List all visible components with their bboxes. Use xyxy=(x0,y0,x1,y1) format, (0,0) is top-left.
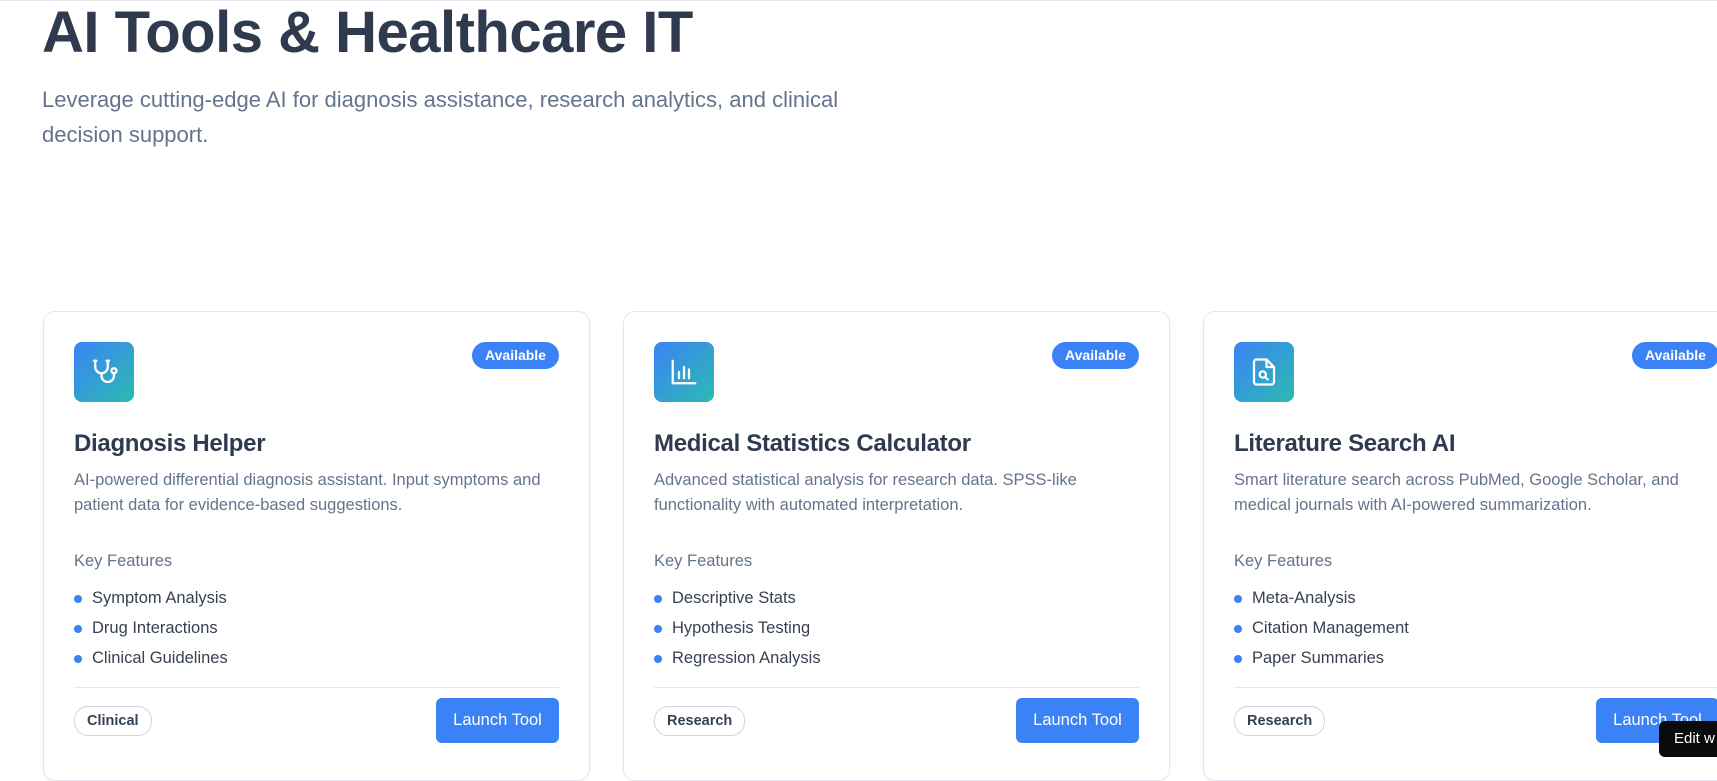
category-tag: Research xyxy=(1234,706,1326,736)
card-description: Advanced statistical analysis for resear… xyxy=(654,471,1077,514)
feature-item: Drug Interactions xyxy=(74,613,228,643)
file-search-icon xyxy=(1234,342,1294,402)
card-title: Diagnosis Helper xyxy=(74,430,266,457)
page-title: AI Tools & Healthcare IT xyxy=(42,0,693,65)
feature-list: Descriptive Stats Hypothesis Testing Reg… xyxy=(654,583,821,673)
feature-item: Clinical Guidelines xyxy=(74,643,228,673)
divider xyxy=(74,687,559,688)
bullet-icon xyxy=(74,655,82,663)
bullet-icon xyxy=(654,655,662,663)
card-description: Smart literature search across PubMed, G… xyxy=(1234,471,1679,514)
feature-item: Citation Management xyxy=(1234,613,1409,643)
bullet-icon xyxy=(654,595,662,603)
bullet-icon xyxy=(1234,595,1242,603)
feature-label: Clinical Guidelines xyxy=(92,649,228,667)
feature-item: Paper Summaries xyxy=(1234,643,1409,673)
feature-list: Meta-Analysis Citation Management Paper … xyxy=(1234,583,1409,673)
feature-label: Meta-Analysis xyxy=(1252,589,1356,607)
launch-tool-button[interactable]: Launch Tool xyxy=(436,698,559,743)
feature-label: Descriptive Stats xyxy=(672,589,796,607)
tool-card-literature-search-ai: Available Literature Search AI Smart lit… xyxy=(1203,311,1717,781)
divider xyxy=(1234,687,1717,688)
feature-label: Paper Summaries xyxy=(1252,649,1385,667)
bar-chart-icon xyxy=(654,342,714,402)
status-badge: Available xyxy=(472,342,559,369)
status-badge: Available xyxy=(1052,342,1139,369)
tool-card-diagnosis-helper: Available Diagnosis Helper AI-powered di… xyxy=(43,311,590,781)
tool-card-medical-statistics-calculator: Available Medical Statistics Calculator … xyxy=(623,311,1170,781)
feature-list: Symptom Analysis Drug Interactions Clini… xyxy=(74,583,228,673)
bullet-icon xyxy=(654,625,662,633)
key-features-label: Key Features xyxy=(654,552,753,570)
bullet-icon xyxy=(1234,655,1242,663)
feature-item: Hypothesis Testing xyxy=(654,613,821,643)
bullet-icon xyxy=(1234,625,1242,633)
status-badge: Available xyxy=(1632,342,1717,369)
feature-item: Meta-Analysis xyxy=(1234,583,1409,613)
feature-item: Symptom Analysis xyxy=(74,583,228,613)
bullet-icon xyxy=(74,595,82,603)
stethoscope-icon xyxy=(74,342,134,402)
divider xyxy=(654,687,1139,688)
card-title: Medical Statistics Calculator xyxy=(654,430,971,457)
key-features-label: Key Features xyxy=(1234,552,1333,570)
feature-label: Citation Management xyxy=(1252,619,1409,637)
feature-item: Descriptive Stats xyxy=(654,583,821,613)
launch-tool-button[interactable]: Launch Tool xyxy=(1016,698,1139,743)
feature-item: Regression Analysis xyxy=(654,643,821,673)
card-description: AI-powered differential diagnosis assist… xyxy=(74,471,541,514)
category-tag: Research xyxy=(654,706,746,736)
page-subtitle: Leverage cutting-edge AI for diagnosis a… xyxy=(42,87,839,147)
feature-label: Hypothesis Testing xyxy=(672,619,811,637)
category-tag: Clinical xyxy=(74,706,152,736)
feature-label: Symptom Analysis xyxy=(92,589,227,607)
feature-label: Regression Analysis xyxy=(672,649,821,667)
bullet-icon xyxy=(74,625,82,633)
edit-widget-button[interactable]: Edit w xyxy=(1659,721,1717,757)
key-features-label: Key Features xyxy=(74,552,173,570)
feature-label: Drug Interactions xyxy=(92,619,218,637)
card-title: Literature Search AI xyxy=(1234,430,1456,457)
